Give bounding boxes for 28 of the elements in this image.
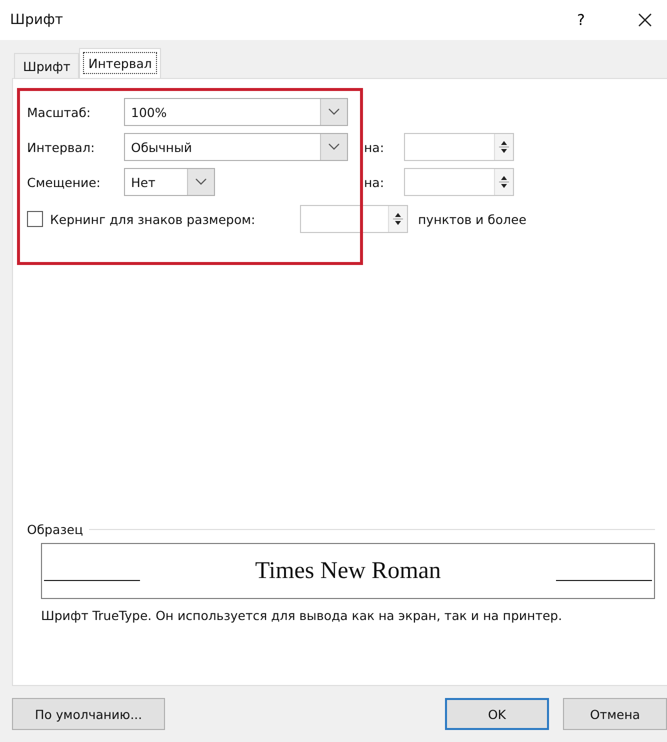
field-label: на: bbox=[363, 140, 386, 154]
tab[interactable]: Шрифт bbox=[14, 53, 80, 78]
chevron-down-icon bbox=[195, 178, 207, 186]
checkbox[interactable] bbox=[27, 211, 43, 227]
checkbox-label: Кернинг для знаков размером: bbox=[50, 212, 256, 226]
dialog-button[interactable]: OK bbox=[445, 698, 549, 730]
tab[interactable]: Интервал bbox=[79, 48, 161, 78]
dialog-button[interactable]: Отмена bbox=[563, 698, 667, 730]
window-title: Шрифт bbox=[10, 12, 64, 28]
dropdown[interactable]: Нет bbox=[124, 168, 215, 196]
dropdown[interactable]: Обычный bbox=[124, 133, 348, 161]
field-label: пунктов и более bbox=[418, 212, 526, 226]
field-label: Смещение: bbox=[27, 174, 102, 190]
dialog-button[interactable]: По умолчанию... bbox=[12, 698, 165, 730]
spin-field[interactable] bbox=[300, 205, 408, 233]
field-label: на: bbox=[363, 174, 386, 190]
dropdown[interactable]: 100% bbox=[124, 98, 348, 126]
field-label: Масштаб: bbox=[27, 104, 92, 120]
close-icon bbox=[638, 13, 652, 27]
group-label: Образец bbox=[27, 522, 83, 537]
spin-field[interactable] bbox=[404, 168, 514, 196]
sample-text: Times New Roman bbox=[255, 558, 441, 584]
spin-field[interactable] bbox=[404, 133, 514, 161]
field-label: Интервал: bbox=[27, 140, 96, 154]
chevron-down-icon bbox=[328, 143, 340, 151]
description-text: Шрифт TrueType. Он используется для вывода как на экран, так и на принтер. bbox=[40, 608, 564, 623]
help-button[interactable]: ? bbox=[569, 8, 593, 32]
chevron-down-icon bbox=[328, 108, 340, 116]
